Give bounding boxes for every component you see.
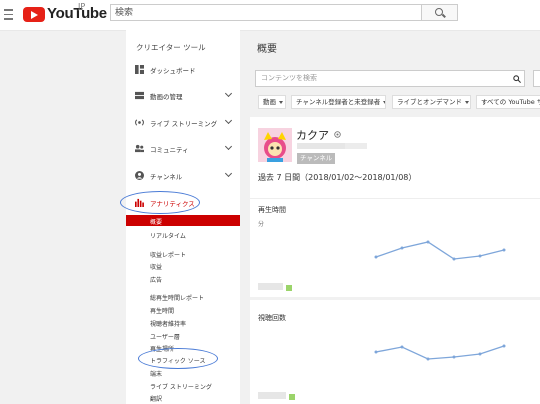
sidebar-item-label: コミュニティ	[150, 146, 189, 154]
subitem-ads[interactable]: 広告	[150, 275, 162, 284]
trend-indicator	[289, 394, 295, 400]
subitem-revenue-report[interactable]: 収益レポート	[150, 250, 186, 259]
annotation-circle-analytics	[120, 191, 200, 214]
chevron-down-icon[interactable]	[224, 142, 233, 151]
sidebar-item-label: ダッシュボード	[150, 67, 196, 75]
page-title: 概要	[257, 44, 277, 55]
subitem-retention[interactable]: 視聴者維持率	[150, 319, 186, 328]
sidebar-item-community[interactable]: コミュニティ	[126, 141, 240, 157]
search-input[interactable]: 検索	[110, 4, 422, 21]
redacted-metric-value	[258, 392, 286, 399]
metric-label-watchtime: 再生時間	[258, 206, 286, 214]
subitem-demographics[interactable]: ユーザー層	[150, 332, 180, 341]
content-search-input[interactable]: コンテンツを検索	[255, 70, 525, 87]
views-sparkline	[374, 344, 506, 361]
sidebar-item-label: 動画の管理	[150, 93, 183, 101]
community-icon	[135, 144, 144, 153]
external-link-icon[interactable]	[334, 131, 341, 138]
watchtime-sparkline	[374, 240, 506, 261]
redacted-subscriber-count	[345, 143, 367, 149]
annotation-circle-traffic-sources	[138, 348, 218, 369]
sidebar-item-label: ライブ ストリーミング	[150, 120, 218, 128]
search-icon	[435, 8, 443, 16]
active-subitem-highlight	[126, 215, 240, 226]
date-range: 過去 7 日間（2018/01/02〜2018/01/08）	[258, 173, 417, 182]
sidebar-item-channel[interactable]: チャンネル	[126, 168, 240, 184]
logo-text: YouTube	[47, 5, 107, 22]
redacted-metric-value	[258, 283, 283, 290]
video-manager-icon	[135, 91, 144, 100]
filter-dropdown-services[interactable]: すべての YouTube サービス	[476, 95, 540, 109]
channel-card	[250, 117, 540, 198]
sidebar-item-video-manager[interactable]: 動画の管理	[126, 88, 240, 104]
subitem-realtime[interactable]: リアルタイム	[150, 231, 186, 240]
subitem-devices[interactable]: 端末	[150, 369, 162, 378]
dashboard-icon	[135, 65, 144, 74]
channel-name: カクア	[296, 129, 329, 142]
search-button[interactable]	[422, 4, 458, 21]
menu-icon[interactable]	[4, 6, 16, 20]
youtube-logo-icon[interactable]	[23, 7, 45, 22]
filter-dropdown-live-ondemand[interactable]: ライブとオンデマンド	[392, 95, 471, 109]
subitem-watchtime-report[interactable]: 総再生時間レポート	[150, 293, 204, 302]
dropdown-arrow-icon	[279, 100, 283, 104]
channel-avatar[interactable]	[258, 128, 292, 162]
filter-dropdown-video[interactable]: 動画	[258, 95, 286, 109]
chevron-down-icon[interactable]	[224, 116, 233, 125]
subitem-watchtime[interactable]: 再生時間	[150, 306, 174, 315]
sidebar-item-live[interactable]: ライブ ストリーミング	[126, 115, 240, 131]
sidebar-title: クリエイター ツール	[136, 43, 206, 52]
live-icon	[135, 119, 144, 126]
dropdown-arrow-icon	[465, 100, 469, 104]
subitem-overview[interactable]: 概要	[150, 217, 162, 226]
channel-icon	[135, 171, 144, 180]
logo-region: JP	[78, 2, 86, 11]
sidebar-item-dashboard[interactable]: ダッシュボード	[126, 62, 240, 78]
metric-label-views: 視聴回数	[258, 314, 286, 322]
search-icon[interactable]	[513, 75, 521, 83]
content-search-extra-button[interactable]	[533, 70, 540, 87]
filter-dropdown-subscribers[interactable]: チャンネル登録者と未登録者	[291, 95, 386, 109]
channel-badge: チャンネル	[297, 153, 336, 164]
chevron-down-icon[interactable]	[224, 89, 233, 98]
subitem-translations[interactable]: 翻訳	[150, 394, 162, 403]
subitem-live-streaming[interactable]: ライブ ストリーミング	[150, 382, 212, 391]
trend-indicator	[286, 285, 292, 291]
subitem-revenue[interactable]: 収益	[150, 262, 162, 271]
chevron-down-icon[interactable]	[224, 169, 233, 178]
dropdown-arrow-icon	[383, 100, 385, 104]
metric-unit: 分	[258, 221, 265, 228]
sidebar-item-label: チャンネル	[150, 173, 183, 181]
top-bar: YouTube JP 検索	[0, 0, 540, 31]
